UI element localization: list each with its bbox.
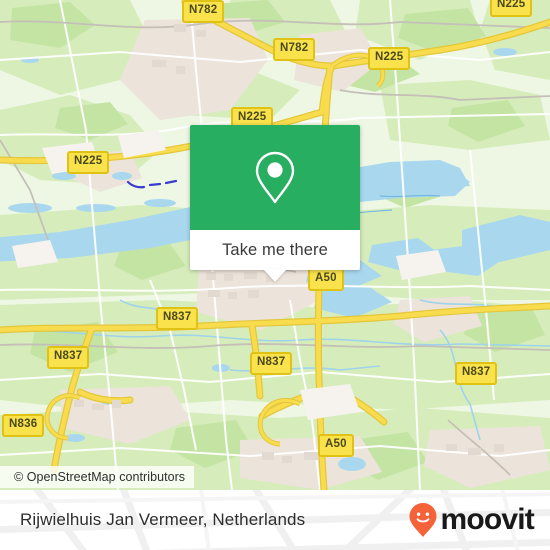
road-shield-n782: N782 [273,38,316,61]
road-shield-n225: N225 [67,151,110,174]
popup-pin-area [190,125,360,230]
road-shield-n225: N225 [368,47,411,70]
map-attribution[interactable]: © OpenStreetMap contributors [0,466,195,488]
moovit-map-page: N782 N782 N225 N225 N225 N225 A50 N837 N837 N837 N… [0,0,550,550]
take-me-there-label: Take me there [222,240,328,259]
road-shield-n837: N837 [47,346,90,369]
place-title: Rijwielhuis Jan Vermeer, Netherlands [20,510,306,529]
location-pin-icon [255,151,295,203]
popup-pointer-arrow [263,269,287,282]
moovit-wordmark: moovit [440,503,534,536]
road-shield-a50: A50 [318,434,354,457]
moovit-logo[interactable]: moovit [408,502,535,538]
road-shield-n782: N782 [182,0,225,23]
take-me-there-button[interactable]: Take me there [190,230,360,282]
road-shield-n837: N837 [455,362,498,385]
road-shield-n225: N225 [490,0,533,17]
road-shield-n836: N836 [2,414,45,437]
footer-bar: Rijwielhuis Jan Vermeer, Netherlands moo… [0,490,550,550]
road-shield-a50: A50 [308,268,344,291]
moovit-smiley-pin-icon [409,503,437,537]
map-canvas[interactable]: N782 N782 N225 N225 N225 N225 A50 N837 N837 N837 N… [0,0,550,490]
road-shield-n837: N837 [156,307,199,330]
road-shield-n837: N837 [250,352,293,375]
location-popup-card[interactable]: Take me there [190,125,360,282]
